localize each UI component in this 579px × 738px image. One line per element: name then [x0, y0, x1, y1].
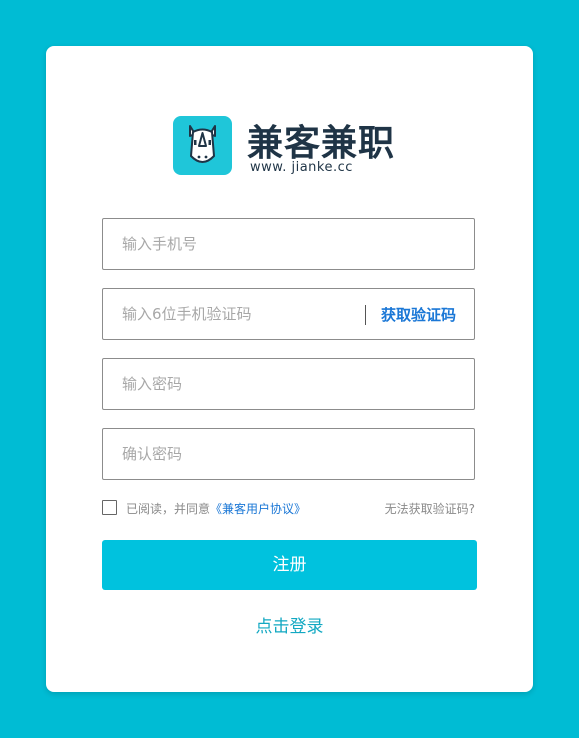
password-input[interactable]	[122, 359, 452, 409]
agreement-checkbox[interactable]	[102, 500, 117, 515]
field-divider	[365, 305, 366, 325]
confirm-password-input[interactable]	[122, 429, 452, 479]
cant-get-code-link[interactable]: 无法获取验证码?	[385, 500, 475, 517]
login-link[interactable]: 点击登录	[46, 612, 533, 637]
verification-code-field[interactable]: 获取验证码	[102, 288, 475, 340]
phone-input[interactable]	[122, 219, 452, 269]
verification-code-input[interactable]	[122, 289, 352, 339]
brand-name: 兼客兼职	[247, 123, 396, 164]
agreement-text: 已阅读，并同意《兼客用户协议》	[126, 500, 306, 517]
get-code-button[interactable]: 获取验证码	[381, 304, 456, 325]
rhino-icon	[173, 116, 232, 175]
agreement-link[interactable]: 《兼客用户协议》	[210, 502, 306, 516]
agreement-row: 已阅读，并同意《兼客用户协议》 无法获取验证码?	[102, 500, 475, 516]
confirm-password-field[interactable]	[102, 428, 475, 480]
brand-url: www. jianke.cc	[250, 160, 353, 175]
phone-field[interactable]	[102, 218, 475, 270]
register-button[interactable]: 注册	[102, 540, 477, 590]
agreement-prefix: 已阅读，并同意	[126, 502, 211, 516]
brand-header: 兼客兼职 www. jianke.cc	[173, 116, 413, 178]
register-card: 兼客兼职 www. jianke.cc 获取验证码 已阅读，并同意《兼客用户协议…	[46, 46, 533, 692]
password-field[interactable]	[102, 358, 475, 410]
